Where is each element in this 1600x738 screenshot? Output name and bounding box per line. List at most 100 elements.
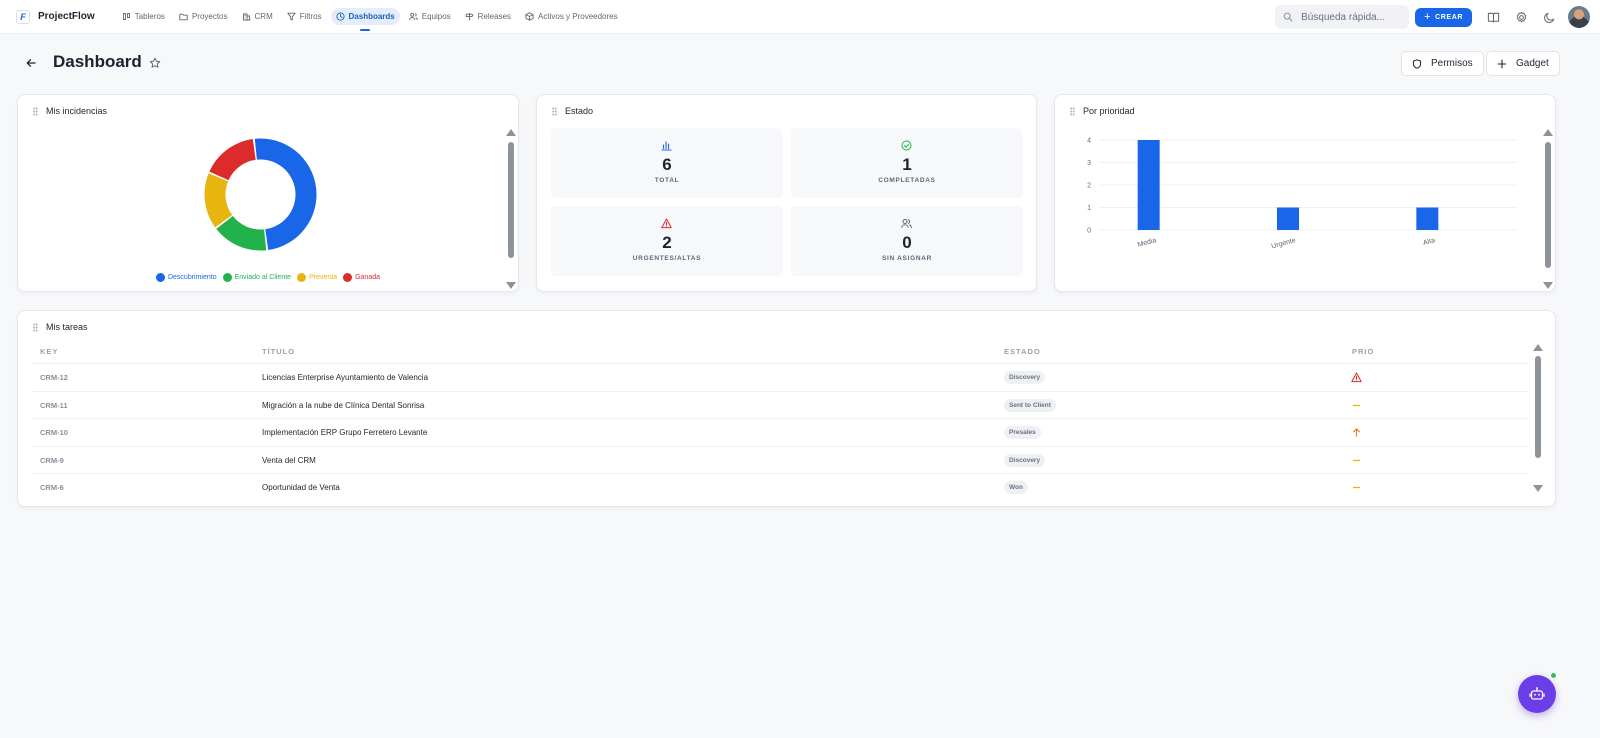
legend-item[interactable]: Descubrimiento [155,273,217,282]
priority-high-icon [1353,428,1360,438]
filter-icon [287,12,296,21]
nav-item-proyectos[interactable]: Proyectos [174,8,233,25]
task-title[interactable]: Venta del CRM [262,456,316,465]
task-title[interactable]: Licencias Enterprise Ayuntamiento de Val… [262,373,428,382]
drag-handle-icon[interactable] [33,107,38,116]
search-input[interactable] [1301,11,1402,23]
nav-item-activos-y-proveedores[interactable]: Activos y Proveedores [520,8,623,25]
column-header-key[interactable]: KEY [40,347,58,356]
drag-handle-icon[interactable] [552,107,557,116]
drag-handle-icon[interactable] [33,323,38,332]
y-tick-label: 3 [1087,160,1091,167]
widget-scrollbar[interactable] [1543,129,1553,289]
drag-handle-icon[interactable] [1070,107,1075,116]
table-row[interactable]: CRM-12 Licencias Enterprise Ayuntamiento … [31,363,1528,391]
column-header-titulo[interactable]: TÍTULO [262,347,295,356]
nav-item-tableros[interactable]: Tableros [117,8,170,25]
gear-icon[interactable] [1515,11,1528,24]
table-row[interactable]: CRM-6 Oportunidad de Venta Won [31,473,1528,501]
star-icon[interactable] [149,57,161,69]
scroll-up-arrow-icon[interactable] [506,129,516,136]
package-icon [525,12,534,21]
widget-mis-incidencias: Mis incidencias Descubrimiento Enviado al… [17,94,519,292]
nav-item-releases[interactable]: Releases [460,8,516,25]
column-header-estado[interactable]: ESTADO [1004,347,1041,356]
legend-label: Descubrimiento [167,274,217,281]
legend-swatch [297,273,307,282]
table-scrollbar[interactable] [1533,344,1543,492]
stat-tile-total[interactable]: 6 TOTAL [551,128,783,198]
task-key[interactable]: CRM-9 [40,456,64,465]
widget-por-prioridad: Por prioridad 0 1 2 3 4 Media Urgente Alta [1054,94,1556,292]
book-icon[interactable] [1487,11,1500,24]
permissions-button[interactable]: Permisos [1401,51,1484,76]
nav-item-label: Proyectos [191,12,228,21]
priority-medium-icon [1352,404,1361,406]
add-gadget-button[interactable]: Gadget [1486,51,1560,76]
task-title[interactable]: Migración a la nube de Clínica Dental So… [262,401,424,410]
scroll-thumb[interactable] [1535,356,1541,458]
legend-item[interactable]: Ganada [343,273,380,282]
nav-item-equipos[interactable]: Equipos [404,8,456,25]
legend-item[interactable]: Preventa [297,273,337,282]
status-badge: Discovery [1004,453,1046,467]
widget-scrollbar[interactable] [506,129,516,289]
widget-title: Mis incidencias [46,106,108,116]
building-icon [242,13,250,21]
stat-tile-completadas[interactable]: 1 COMPLETADAS [791,128,1023,198]
scroll-up-arrow-icon[interactable] [1533,344,1543,351]
table-row[interactable]: CRM-11 Migración a la nube de Clínica Den… [31,390,1528,419]
permissions-label: Permisos [1431,58,1473,69]
scroll-down-arrow-icon[interactable] [1533,485,1543,492]
stat-value: 2 [662,233,672,252]
donut-slice-enviado-al-cliente[interactable] [216,215,267,251]
scroll-thumb[interactable] [1545,142,1551,268]
user-avatar[interactable] [1568,6,1590,28]
task-key[interactable]: CRM-11 [40,401,68,410]
scroll-up-arrow-icon[interactable] [1543,129,1553,136]
nav-item-filtros[interactable]: Filtros [282,8,327,25]
task-key[interactable]: CRM-10 [40,428,68,437]
scroll-down-arrow-icon[interactable] [1543,282,1553,289]
bar-urgente[interactable] [1277,207,1299,231]
robot-icon [1529,687,1545,700]
nav-item-crm[interactable]: CRM [237,8,278,25]
bar-alta[interactable] [1416,207,1439,231]
y-tick-label: 2 [1087,183,1091,190]
task-title[interactable]: Implementación ERP Grupo Ferretero Levan… [262,428,427,437]
priority-medium-icon [1352,487,1361,489]
create-button[interactable]: + CREAR [1415,7,1472,27]
stat-tile-urgentes[interactable]: 2 URGENTES/ALTAS [551,206,783,276]
bar-media[interactable] [1137,140,1160,230]
quick-search[interactable] [1275,5,1410,29]
table-row[interactable]: CRM-9 Venta del CRM Discovery [31,445,1528,474]
task-title[interactable]: Oportunidad de Venta [262,483,340,492]
brand[interactable]: F ProjectFlow [16,9,95,24]
scroll-down-arrow-icon[interactable] [506,282,516,289]
table-row[interactable]: CRM-10 Implementación ERP Grupo Ferretero… [31,418,1528,446]
check-circle-icon [901,140,912,151]
nav-item-label: Equipos [421,12,451,21]
board-icon [122,13,130,20]
scroll-thumb[interactable] [508,142,514,258]
legend-swatch [155,273,165,282]
legend-label: Enviado al Cliente [234,274,292,281]
task-key[interactable]: CRM-12 [40,373,68,382]
nav-item-dashboards[interactable]: Dashboards [330,8,400,31]
status-badge: Discovery [1004,371,1046,384]
task-key[interactable]: CRM-6 [40,483,64,492]
nav-item-label: Releases [477,12,512,21]
donut-slice-ganada[interactable] [209,139,256,181]
plus-icon [1497,59,1507,68]
moon-icon[interactable] [1543,11,1556,24]
assistant-bot-button[interactable] [1518,675,1556,713]
donut-slice-preventa[interactable] [204,173,233,228]
back-arrow-icon[interactable] [25,57,37,69]
nav-item-label: CRM [254,12,273,21]
legend-item[interactable]: Enviado al Cliente [222,273,292,282]
alert-triangle-icon [661,218,672,229]
top-nav-bar: F ProjectFlow Tableros Proyectos CRM Filtro… [0,0,1600,34]
stat-tile-sin-asignar[interactable]: 0 SIN ASIGNAR [791,206,1023,276]
y-tick-label: 1 [1087,205,1091,212]
column-header-prio[interactable]: PRIO [1352,347,1374,356]
